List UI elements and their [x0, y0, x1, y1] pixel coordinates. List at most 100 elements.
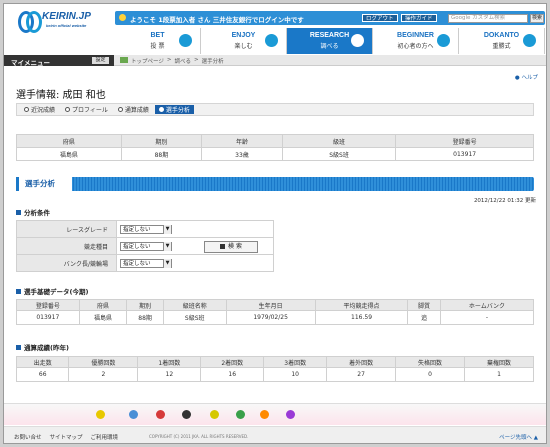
- play-icon: [265, 34, 278, 47]
- race-type-select[interactable]: 指定しない ▼: [120, 241, 172, 251]
- help-label: ヘルプ: [521, 75, 538, 81]
- arrow-up-icon: ▲: [532, 435, 538, 441]
- record-cell: 10: [263, 367, 328, 382]
- search-input[interactable]: Google カスタム検索: [448, 14, 528, 23]
- my-menu-bar[interactable]: マイメニュー 設定: [4, 55, 114, 67]
- select-value: 指定しない: [123, 227, 151, 233]
- home-icon: [120, 57, 128, 63]
- guide-button[interactable]: 操作ガイド: [401, 14, 437, 22]
- radio-icon: [158, 107, 164, 112]
- help-link[interactable]: ● ヘルプ: [515, 73, 538, 81]
- tab-analysis[interactable]: 選手分析: [154, 105, 194, 114]
- logout-button[interactable]: ログアウト: [362, 14, 398, 22]
- nav-tab-enjoy[interactable]: ENJOY 楽しむ: [201, 28, 287, 54]
- record-cell: 16: [200, 367, 265, 382]
- profile-header: 府県: [16, 134, 122, 148]
- bank-select[interactable]: 指定しない ▼: [120, 258, 172, 268]
- cyclist-icon: [156, 410, 165, 419]
- breadcrumb-item: 選手分析: [201, 59, 224, 65]
- record-header: 2着回数: [200, 356, 265, 368]
- heading-label: 選手基礎データ(今期): [24, 288, 89, 296]
- tab-label: 通算成績: [124, 107, 149, 114]
- basic-cell: 追: [407, 310, 441, 325]
- record-cell: 2: [68, 367, 139, 382]
- nav-tab-bet[interactable]: BET 投 票: [115, 28, 201, 54]
- footer-link-environment[interactable]: ご利用環境: [91, 433, 119, 441]
- heading-label: 通算成績(昨年): [24, 344, 69, 352]
- beginner-icon: [437, 34, 450, 47]
- dokanto-icon: [523, 34, 536, 47]
- nav-tab-research[interactable]: RESEARCH 調べる: [287, 28, 373, 54]
- nav-tab-beginner[interactable]: BEGINNER 初心者の方へ: [373, 28, 459, 54]
- tab-profile[interactable]: プロフィール: [61, 105, 112, 114]
- race-grade-select[interactable]: 指定しない ▼: [120, 224, 172, 234]
- search-label: 検 索: [228, 243, 242, 250]
- profile-table: 府県 期別 年齢 級班 登録番号 福島県 88期 33歳 S級S班 013917: [16, 134, 534, 161]
- profile-header: 登録番号: [395, 134, 534, 148]
- profile-cell: 013917: [395, 147, 534, 161]
- condition-label: バンク長/競輪場: [16, 254, 117, 272]
- footer-links: お問い合せ サイトマップ ご利用環境: [14, 433, 118, 441]
- keirin-logo[interactable]: KEIRIN.JP keirin official website: [18, 11, 128, 41]
- pencil-icon: [179, 34, 192, 47]
- record-cell: 66: [15, 367, 70, 382]
- main-nav: BET 投 票 ENJOY 楽しむ RESEARCH 調べる BEGINNER …: [115, 28, 545, 54]
- record-cell: 12: [137, 367, 202, 382]
- cyclist-icon: [96, 410, 105, 419]
- breadcrumb-item[interactable]: 調べる: [175, 57, 192, 65]
- basic-cell: 福島県: [78, 310, 128, 325]
- record-cell: 27: [326, 367, 397, 382]
- logo-ring-icon: [26, 11, 42, 33]
- basic-cell: 88期: [126, 310, 164, 325]
- record-header: 3着回数: [263, 356, 328, 368]
- page-top-link[interactable]: ページ先頭へ ▲: [499, 433, 538, 441]
- my-menu-label: マイメニュー: [11, 59, 50, 67]
- tab-total[interactable]: 通算成績: [114, 105, 153, 114]
- search-button[interactable]: 検索: [530, 14, 544, 23]
- breadcrumb-separator: >: [166, 57, 172, 63]
- record-header: 優勝回数: [68, 356, 139, 368]
- to-top-label: ページ先頭へ: [499, 435, 533, 441]
- cyclist-icon: [210, 410, 219, 419]
- cyclist-banner: [4, 403, 546, 425]
- record-header: 失格回数: [395, 356, 466, 368]
- nav-tab-dokanto[interactable]: DOKANTO 重勝式: [459, 28, 545, 54]
- record-table: 出走数 優勝回数 1着回数 2着回数 3着回数 着外回数 失格回数 棄権回数 6…: [15, 356, 534, 382]
- basic-header: 期別: [126, 299, 164, 311]
- dropdown-arrow-icon: ▼: [163, 241, 171, 251]
- breadcrumb-item[interactable]: トップページ: [131, 57, 164, 65]
- select-value: 指定しない: [123, 261, 151, 267]
- record-header: 棄権回数: [464, 356, 534, 368]
- tab-label: プロフィール: [72, 107, 108, 114]
- profile-cell: 88期: [120, 147, 203, 161]
- section-title: 選手分析: [16, 177, 72, 191]
- basic-header: 登録番号: [16, 299, 80, 311]
- cyclist-icon: [182, 410, 191, 419]
- dropdown-arrow-icon: ▼: [163, 224, 171, 234]
- footer-link-sitemap[interactable]: サイトマップ: [50, 433, 83, 441]
- analysis-search-button[interactable]: 検 索: [204, 241, 258, 253]
- cyclist-icon: [286, 410, 295, 419]
- basic-header: ホームバンク: [439, 299, 535, 311]
- tab-recent[interactable]: 近況成績: [20, 105, 59, 114]
- my-menu-settings-button[interactable]: 設定: [92, 57, 109, 64]
- heading-label: 分析条件: [24, 209, 50, 217]
- cyclist-icon: [260, 410, 269, 419]
- cyclist-icon: [129, 410, 138, 419]
- profile-cell: 福島県: [16, 147, 122, 161]
- profile-header: 級班: [281, 134, 397, 148]
- basic-data-table: 登録番号 府県 期別 級班名称 生年月日 平均競走得点 脚質 ホームバンク 01…: [16, 299, 535, 325]
- tab-label: 近況成績: [31, 107, 56, 114]
- radio-icon: [24, 107, 29, 112]
- basic-cell: 013917: [16, 310, 80, 325]
- bullet-icon: [16, 344, 21, 350]
- basic-header: 平均競走得点: [314, 299, 409, 311]
- select-value: 指定しない: [123, 244, 151, 250]
- updated-timestamp: 2012/12/22 01:32 更新: [473, 198, 536, 204]
- condition-label: レースグレード: [16, 220, 117, 238]
- copyright: COPYRIGHT (C) 2011 JKA. ALL RIGHTS RESER…: [149, 434, 249, 439]
- footer-link-contact[interactable]: お問い合せ: [14, 433, 42, 441]
- magnifier-icon: [351, 34, 364, 47]
- radio-icon: [117, 107, 123, 112]
- breadcrumb-separator: >: [194, 57, 199, 63]
